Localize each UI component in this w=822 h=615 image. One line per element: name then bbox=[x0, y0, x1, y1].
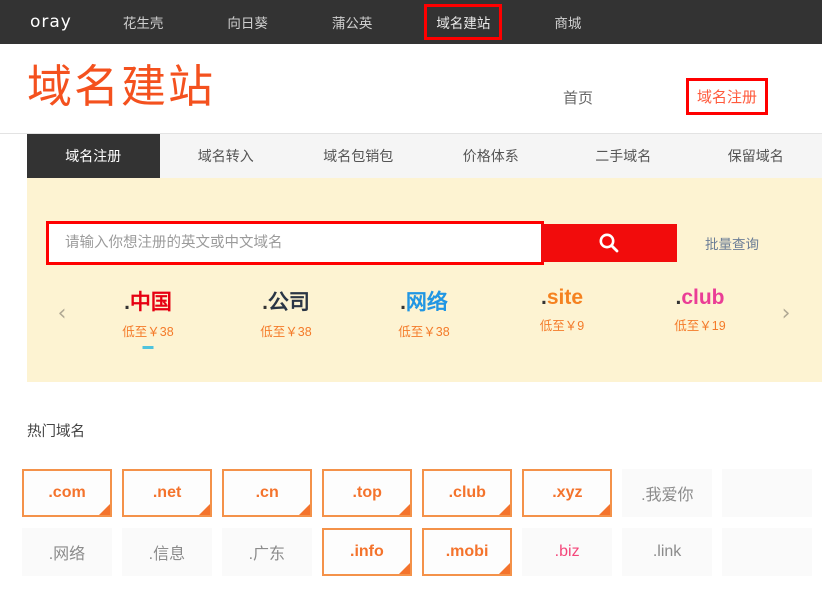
search-row: 批量查询 bbox=[46, 221, 759, 265]
tab-label: 价格体系 bbox=[462, 148, 519, 164]
hot-domain-tile[interactable]: .top bbox=[322, 469, 413, 517]
tab-5[interactable]: 保留域名 bbox=[690, 134, 822, 178]
hot-domain-tile-label: .xyz bbox=[552, 484, 583, 501]
top-nav-item-label: 蒲公英 bbox=[331, 16, 373, 31]
page-title: 域名建站 bbox=[27, 61, 216, 112]
hot-domains-row: .com .net .cn .top .club .xyz .我爱你 bbox=[22, 469, 822, 517]
tld-carousel-item-2[interactable]: .网络低至￥38 bbox=[365, 286, 483, 340]
chevron-right-icon[interactable]: › bbox=[773, 293, 799, 333]
hot-domain-tile[interactable]: .com bbox=[22, 469, 113, 517]
top-nav-item-label: 向日葵 bbox=[227, 16, 268, 31]
tld-carousel-item-1[interactable]: .公司低至￥38 bbox=[227, 286, 345, 340]
global-top-nav: oray 花生壳 向日葵 蒲公英 域名建站 商城 bbox=[0, 0, 822, 44]
hot-domain-tile[interactable]: .mobi bbox=[421, 528, 513, 576]
hot-domain-tile-label: .网络 bbox=[48, 546, 86, 563]
tab-label: 保留域名 bbox=[727, 148, 784, 164]
tld-carousel-price: 低至￥38 bbox=[398, 325, 450, 339]
tld-carousel-item-0[interactable]: .中国低至￥38 bbox=[89, 286, 207, 349]
tab-0[interactable]: 域名注册 bbox=[27, 134, 160, 178]
top-nav-item-label: 域名建站 bbox=[436, 16, 491, 31]
tld-name-text: 中国 bbox=[129, 291, 172, 314]
hot-domain-tile-label: .biz bbox=[554, 543, 580, 560]
page-root: oray 花生壳向日葵蒲公英域名建站商城 ① ② 域名建站 首页 域名注册 域名… bbox=[0, 0, 822, 615]
hot-domains-grid: .com .net .cn .top .club .xyz .我爱你 .网络 .信息 .广东 .in… bbox=[22, 469, 822, 587]
tab-3[interactable]: 价格体系 bbox=[425, 134, 558, 178]
hot-domain-tile-label: .广东 bbox=[248, 546, 286, 563]
tld-carousel-price: 低至￥19 bbox=[674, 319, 726, 333]
hot-domain-tile[interactable]: .biz bbox=[522, 528, 613, 576]
header-link-home[interactable]: 首页 bbox=[563, 87, 593, 108]
hot-domain-tile[interactable]: .cn bbox=[222, 469, 313, 517]
hot-domain-tile-label: .club bbox=[448, 484, 486, 501]
hot-domain-tile[interactable]: .link bbox=[622, 528, 713, 576]
search-input-box[interactable] bbox=[46, 221, 544, 265]
tld-carousel-item-3[interactable]: .site 低至￥9 bbox=[503, 286, 621, 334]
hot-domain-tile-label: .信息 bbox=[148, 546, 186, 563]
hot-domain-tile-label: .net bbox=[152, 484, 182, 501]
hot-domain-tile-label: .cn bbox=[255, 484, 279, 501]
hot-domain-tile-label: .我爱你 bbox=[641, 487, 694, 504]
tld-name-text: club bbox=[681, 286, 725, 309]
tld-carousel-name: .club bbox=[641, 286, 759, 310]
hot-domain-tile[interactable]: .我爱你 bbox=[622, 469, 713, 517]
hot-domain-tile[interactable]: .net bbox=[122, 469, 213, 517]
tld-name-text: 网络 bbox=[405, 291, 448, 314]
domain-search-panel: 批量查询 ‹ .中国低至￥38.公司低至￥38.网络低至￥38.site低至￥9… bbox=[27, 178, 822, 382]
top-nav-item-4[interactable]: 商城 bbox=[545, 7, 590, 37]
hot-domain-tile[interactable]: .信息 bbox=[121, 528, 212, 576]
hot-domain-tile[interactable]: .info bbox=[321, 528, 412, 576]
tld-carousel-name: .网络 bbox=[365, 286, 483, 316]
top-nav-item-2[interactable]: 蒲公英 bbox=[323, 7, 382, 37]
tab-label: 域名包销包 bbox=[323, 148, 394, 164]
hot-domain-tile-label: .info bbox=[350, 543, 384, 560]
site-header: 域名建站 首页 域名注册 bbox=[0, 44, 822, 134]
tld-carousel-price: 低至￥9 bbox=[539, 319, 585, 333]
tld-carousel-price: 低至￥38 bbox=[260, 325, 312, 339]
hot-domain-tile-label: .com bbox=[48, 484, 86, 501]
tld-carousel-name: .site bbox=[503, 286, 621, 310]
chevron-left-icon[interactable]: ‹ bbox=[49, 293, 75, 333]
search-button[interactable] bbox=[541, 224, 677, 262]
search-input[interactable] bbox=[49, 224, 541, 262]
hot-domains-row: .网络 .信息 .广东 .info .mobi .biz .link bbox=[22, 528, 822, 576]
hot-domain-tile-label: .top bbox=[352, 484, 382, 501]
hot-domain-tile[interactable]: .xyz bbox=[522, 469, 613, 517]
tld-carousel-price: 低至￥38 bbox=[122, 325, 174, 339]
section-tab-bar: 域名注册 域名转入 域名包销包 价格体系 二手域名 保留域名 bbox=[27, 134, 822, 178]
top-nav-items: 花生壳 向日葵 蒲公英 域名建站 商城 bbox=[114, 4, 637, 40]
tld-name-text: site bbox=[546, 286, 584, 309]
tld-name-text: 公司 bbox=[267, 291, 310, 314]
hot-domain-tile[interactable]: .club bbox=[422, 469, 513, 517]
header-link-domain-register[interactable]: 域名注册 bbox=[685, 78, 769, 115]
top-nav-item-1[interactable]: 向日葵 bbox=[218, 7, 277, 37]
bulk-query-link[interactable]: 批量查询 bbox=[705, 233, 759, 253]
tld-carousel-name: .公司 bbox=[227, 286, 345, 316]
tld-carousel: ‹ .中国 低至￥38 .公司 低至￥38 .网络 低至￥38 .site 低至￥9 .club… bbox=[49, 282, 799, 349]
hot-domain-tile[interactable] bbox=[722, 469, 813, 517]
hot-domain-tile-label: .link bbox=[652, 543, 682, 560]
tld-carousel-name: .中国 bbox=[89, 286, 207, 316]
hot-domain-tile[interactable]: .网络 bbox=[22, 528, 112, 576]
hot-domain-tile[interactable]: .广东 bbox=[221, 528, 312, 576]
oray-logo[interactable]: oray bbox=[30, 12, 72, 32]
hot-domains-title: 热门域名 bbox=[27, 424, 85, 440]
tab-4[interactable]: 二手域名 bbox=[557, 134, 690, 178]
tld-carousel-item-4[interactable]: .club 低至￥19 bbox=[641, 286, 759, 334]
top-nav-item-3[interactable]: 域名建站 bbox=[424, 4, 503, 40]
top-nav-item-label: 花生壳 bbox=[122, 16, 164, 31]
tab-label: 域名注册 bbox=[65, 148, 122, 164]
hot-domain-tile[interactable] bbox=[722, 528, 812, 576]
top-nav-item-label: 商城 bbox=[554, 16, 582, 31]
search-icon bbox=[599, 233, 619, 253]
tab-label: 域名转入 bbox=[197, 148, 254, 164]
tab-2[interactable]: 域名包销包 bbox=[292, 134, 425, 178]
top-nav-item-0[interactable]: 花生壳 bbox=[114, 7, 173, 37]
tld-carousel-items: .中国 低至￥38 .公司 低至￥38 .网络 低至￥38 .site 低至￥9 .club 低至… bbox=[75, 286, 773, 349]
tab-1[interactable]: 域名转入 bbox=[160, 134, 293, 178]
tab-label: 二手域名 bbox=[595, 148, 652, 164]
hot-domain-tile-label: .mobi bbox=[445, 543, 489, 560]
tld-selected-indicator bbox=[142, 346, 154, 349]
